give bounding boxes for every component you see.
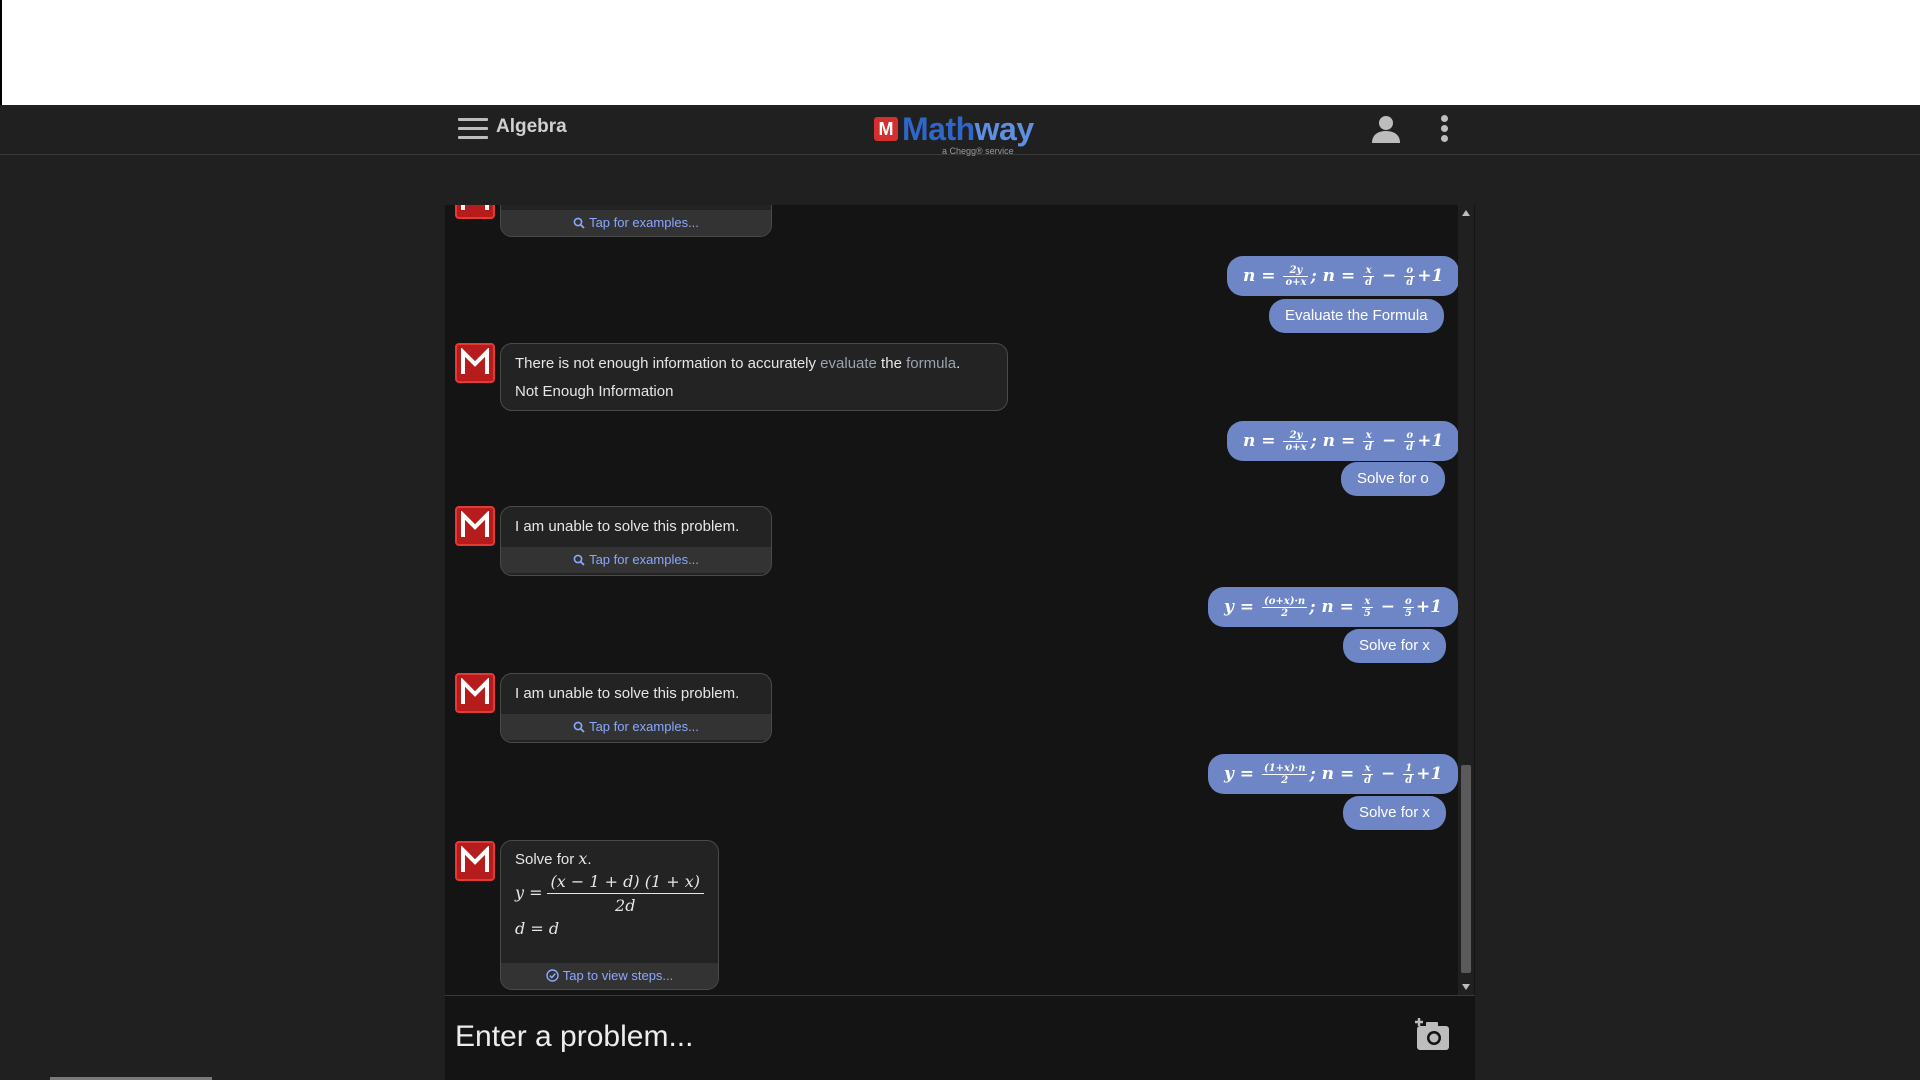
user-action-bubble[interactable]: Solve for x — [1343, 796, 1446, 830]
bot-message: I am unable to solve this problem. Tap f… — [500, 506, 772, 576]
problem-input[interactable] — [455, 1012, 1355, 1062]
problem-input-bar — [445, 995, 1475, 1080]
tap-for-examples-link[interactable]: Tap for examples... — [501, 547, 771, 573]
bot-message: Tap for examples... — [500, 205, 772, 237]
user-icon[interactable] — [1370, 113, 1402, 145]
search-icon — [573, 721, 585, 733]
browser-blank-area — [0, 0, 1920, 105]
mathway-bot-avatar — [455, 841, 495, 881]
menu-icon[interactable] — [458, 118, 488, 140]
mathway-bot-avatar — [455, 205, 495, 219]
bot-message-text: I am unable to solve this problem. — [515, 685, 740, 702]
solution-title: Solve for x. — [515, 849, 592, 868]
user-equation-bubble[interactable]: n = 2y o+x; n = xd − o d +1 — [1227, 421, 1460, 461]
user-equation-bubble[interactable]: n = 2y o+x; n = xd − o d +1 — [1227, 256, 1460, 296]
user-action-bubble[interactable]: Solve for x — [1343, 629, 1446, 663]
logo-wordmark: Mathway — [902, 111, 1034, 147]
bot-message-text: I am unable to solve this problem. — [515, 518, 740, 535]
scroll-down-arrow[interactable] — [1462, 984, 1470, 990]
check-circle-icon — [546, 969, 559, 982]
tap-for-examples-link[interactable]: Tap for examples... — [501, 210, 771, 236]
mathway-bot-avatar — [455, 506, 495, 546]
tap-to-view-steps-link[interactable]: Tap to view steps... — [501, 963, 718, 989]
camera-icon[interactable] — [1413, 1016, 1453, 1054]
chat-scrollbar[interactable] — [1458, 205, 1474, 995]
subject-selector[interactable]: Algebra — [496, 116, 567, 138]
logo-tagline: a Chegg® service — [942, 146, 1014, 156]
app-header: Algebra M Mathway a Chegg® service — [0, 105, 1920, 156]
user-equation-bubble[interactable]: y = (1+x)·n 2; n = xd − 1 d +1 — [1208, 754, 1459, 794]
bot-message-text: There is not enough information to accur… — [515, 355, 961, 372]
user-action-bubble[interactable]: Evaluate the Formula — [1269, 299, 1444, 333]
mathway-bot-avatar — [455, 343, 495, 383]
bot-solution-message: Solve for x. y = (x − 1 + d) (1 + x) 2d d … — [500, 840, 719, 990]
solution-line: d = d — [515, 919, 560, 938]
mathway-bot-avatar — [455, 673, 495, 713]
scroll-thumb[interactable] — [1461, 765, 1471, 973]
search-icon — [573, 554, 585, 566]
scroll-up-arrow[interactable] — [1462, 210, 1470, 216]
mathway-logo[interactable]: M Mathway a Chegg® service — [874, 111, 1044, 156]
more-vert-icon[interactable] — [1434, 113, 1454, 145]
chat-area[interactable]: Tap for examples... n = 2y o+x; n = xd − … — [445, 205, 1475, 995]
solution-equation: y = (x − 1 + d) (1 + x) 2d — [515, 872, 704, 915]
bot-message: I am unable to solve this problem. Tap f… — [500, 673, 772, 743]
logo-badge: M — [874, 117, 898, 141]
bot-message: There is not enough information to accur… — [500, 343, 1008, 411]
user-equation-bubble[interactable]: y = (o+x)·n 2; n = x5 − o 5 +1 — [1208, 587, 1458, 627]
search-icon — [573, 217, 585, 229]
bot-message-answer: Not Enough Information — [515, 383, 674, 400]
tap-for-examples-link[interactable]: Tap for examples... — [501, 714, 771, 740]
user-action-bubble[interactable]: Solve for o — [1341, 462, 1445, 496]
